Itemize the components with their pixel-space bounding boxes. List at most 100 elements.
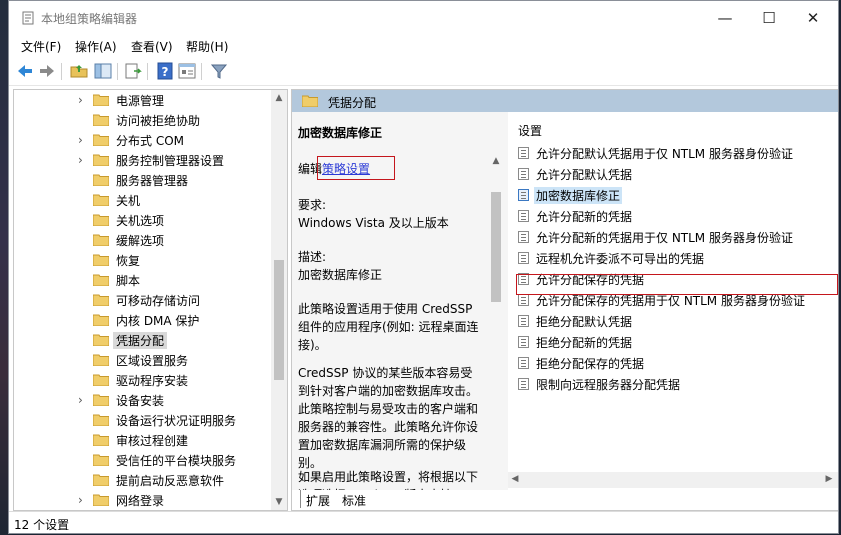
description-scrollbar[interactable]: ▲ — [488, 112, 504, 490]
window-title: 本地组策略编辑器 — [41, 12, 138, 26]
maximize-button[interactable]: ☐ — [755, 7, 783, 29]
tree-item[interactable]: 内核 DMA 保护 — [14, 310, 276, 330]
scroll-up-icon[interactable]: ▲ — [274, 93, 284, 103]
back-icon[interactable] — [15, 61, 35, 81]
setting-row[interactable]: 拒绝分配默认凭据 — [516, 311, 836, 331]
chevron-right-icon[interactable]: › — [78, 153, 88, 167]
scroll-thumb[interactable] — [491, 192, 501, 302]
menu-view[interactable]: 查看(V) — [131, 38, 173, 55]
tree-item[interactable]: › 网络登录 — [14, 490, 276, 510]
setting-row[interactable]: 允许分配新的凭据用于仅 NTLM 服务器身份验证 — [516, 227, 836, 247]
folder-icon — [93, 174, 109, 186]
menu-action[interactable]: 操作(A) — [75, 38, 117, 55]
folder-icon — [93, 94, 109, 106]
tree-item[interactable]: 关机选项 — [14, 210, 276, 230]
tree-item[interactable]: › 设备安装 — [14, 390, 276, 410]
close-button[interactable]: ✕ — [799, 7, 827, 29]
title-bar[interactable]: 本地组策略编辑器 — ☐ ✕ — [9, 1, 838, 35]
toolbar-separator — [61, 63, 62, 80]
tree-item[interactable]: 提前启动反恶意软件 — [14, 470, 276, 490]
tree-item[interactable]: 访问被拒绝协助 — [14, 110, 276, 130]
selected-row-highlight-box — [516, 274, 838, 295]
setting-row[interactable]: 允许分配默认凭据用于仅 NTLM 服务器身份验证 — [516, 143, 836, 163]
setting-row-label: 拒绝分配默认凭据 — [536, 315, 633, 329]
policy-setting-icon — [518, 294, 529, 306]
export-list-icon[interactable] — [123, 61, 143, 81]
setting-row[interactable]: 加密数据库修正 — [516, 185, 838, 205]
tree-item[interactable]: 区域设置服务 — [14, 350, 276, 370]
toolbar-separator — [201, 63, 202, 80]
tab-extended[interactable]: 扩展 — [306, 492, 330, 509]
scroll-thumb[interactable] — [274, 260, 284, 380]
tree-item[interactable]: › 电源管理 — [14, 90, 276, 110]
setting-row[interactable]: 限制向远程服务器分配凭据 — [516, 374, 836, 394]
details-pane: 凭据分配 加密数据库修正 编辑策略设置 要求: Windows Vista 及以… — [291, 89, 838, 511]
tree-item[interactable]: 关机 — [14, 190, 276, 210]
tree-item[interactable]: › 分布式 COM — [14, 130, 276, 150]
toolbar-separator — [147, 63, 148, 80]
description-label: 描述: — [298, 250, 327, 264]
policy-setting-icon — [518, 378, 529, 390]
setting-row[interactable]: 远程机允许委派不可导出的凭据 — [516, 248, 836, 268]
setting-row[interactable]: 拒绝分配保存的凭据 — [516, 353, 836, 373]
edit-link-highlight-box — [317, 156, 395, 180]
scroll-up-icon[interactable]: ▲ — [491, 156, 501, 166]
tree-item-label: 凭据分配 — [113, 332, 168, 349]
menu-help[interactable]: 帮助(H) — [186, 38, 228, 55]
tree-item[interactable]: 设备运行状况证明服务 — [14, 410, 276, 430]
setting-row-label: 允许分配新的凭据用于仅 NTLM 服务器身份验证 — [536, 231, 793, 245]
tree-item[interactable]: 驱动程序安装 — [14, 370, 276, 390]
tree-scrollbar[interactable]: ▲ ▼ — [271, 90, 287, 510]
folder-icon — [302, 95, 318, 107]
tree-item[interactable]: › 服务控制管理器设置 — [14, 150, 276, 170]
filter-icon[interactable] — [209, 61, 229, 81]
requirements-label: 要求: — [298, 198, 327, 212]
description-paragraph-1: 此策略设置适用于使用 CredSSP 组件的应用程序(例如: 远程桌面连接)。 — [298, 302, 479, 352]
setting-row[interactable]: 拒绝分配新的凭据 — [516, 332, 836, 352]
tree-item[interactable]: 审核过程创建 — [14, 430, 276, 450]
chevron-right-icon[interactable]: › — [78, 393, 88, 407]
forward-icon[interactable] — [37, 61, 57, 81]
folder-open-icon — [93, 334, 109, 346]
setting-row[interactable]: 允许分配新的凭据 — [516, 206, 836, 226]
tree-item-label: 分布式 COM — [116, 134, 184, 148]
tree-item[interactable]: 可移动存储访问 — [14, 290, 276, 310]
tree-item[interactable]: 恢复 — [14, 250, 276, 270]
scroll-down-icon[interactable]: ▼ — [274, 497, 284, 507]
tree-item-label: 服务控制管理器设置 — [116, 154, 225, 168]
help-icon[interactable]: ? — [155, 61, 175, 81]
policy-setting-icon — [518, 147, 529, 159]
up-folder-icon[interactable] — [69, 61, 89, 81]
gpedit-window: 本地组策略编辑器 — ☐ ✕ 文件(F) 操作(A) 查看(V) 帮助(H) ?… — [8, 0, 839, 534]
scroll-right-icon[interactable]: ▶ — [822, 474, 836, 484]
folder-icon — [93, 114, 109, 126]
folder-icon — [93, 274, 109, 286]
tree-item-label: 设备运行状况证明服务 — [116, 414, 237, 428]
tree-item-label: 关机 — [116, 194, 141, 208]
folder-icon — [93, 374, 109, 386]
tree-item[interactable]: 凭据分配 — [14, 330, 276, 350]
tab-standard[interactable]: 标准 — [342, 492, 366, 509]
tree-item[interactable]: 脚本 — [14, 270, 276, 290]
properties-icon[interactable] — [177, 61, 197, 81]
requirements-value: Windows Vista 及以上版本 — [298, 216, 449, 230]
tree-item-label: 设备安装 — [116, 394, 165, 408]
settings-horizontal-scrollbar[interactable]: ◀ ▶ — [508, 472, 838, 488]
menu-file[interactable]: 文件(F) — [21, 38, 61, 55]
folder-icon — [93, 494, 109, 506]
app-policy-icon — [22, 11, 34, 25]
column-header-setting[interactable]: 设置 — [518, 122, 542, 139]
chevron-right-icon[interactable]: › — [78, 133, 88, 147]
setting-row-label: 加密数据库修正 — [534, 187, 623, 204]
navigation-tree: › 电源管理 访问被拒绝协助 › 分布式 COM › 服务控制管理器设置服务器管理器关机关机… — [13, 89, 288, 511]
tree-item[interactable]: 服务器管理器 — [14, 170, 276, 190]
chevron-right-icon[interactable]: › — [78, 93, 88, 107]
tree-item-label: 区域设置服务 — [116, 354, 189, 368]
tree-item[interactable]: 受信任的平台模块服务 — [14, 450, 276, 470]
setting-row[interactable]: 允许分配默认凭据 — [516, 164, 836, 184]
scroll-left-icon[interactable]: ◀ — [508, 474, 522, 484]
tree-item[interactable]: 缓解选项 — [14, 230, 276, 250]
minimize-button[interactable]: — — [711, 7, 739, 29]
show-hide-tree-icon[interactable] — [93, 61, 113, 81]
chevron-right-icon[interactable]: › — [78, 493, 88, 507]
